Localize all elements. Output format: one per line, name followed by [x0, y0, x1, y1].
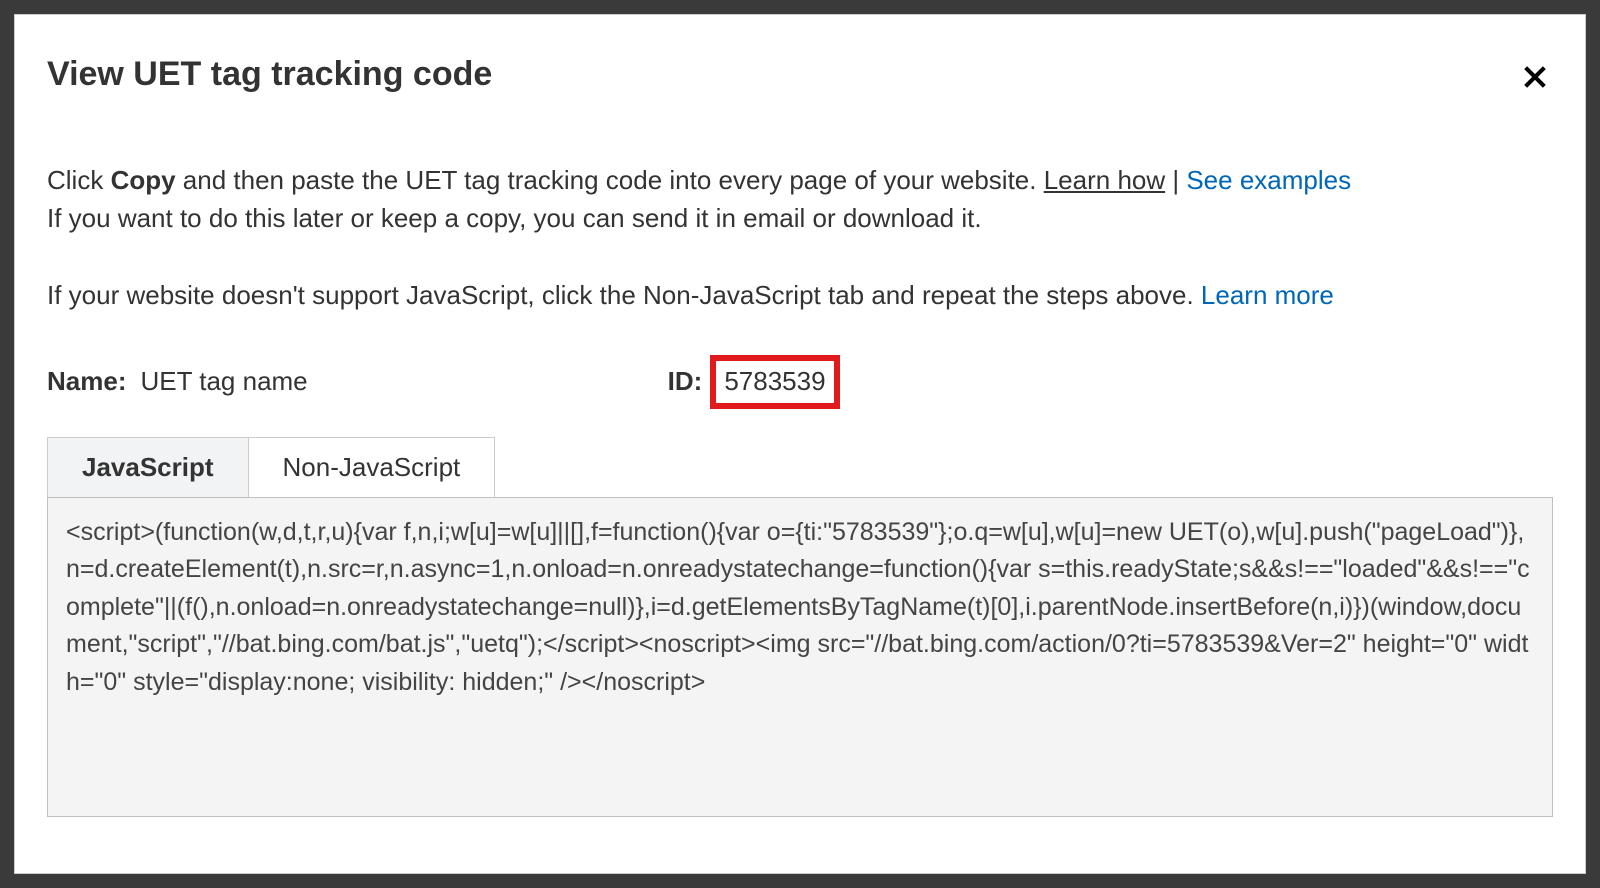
- id-value: 5783539: [724, 366, 825, 396]
- see-examples-link[interactable]: See examples: [1186, 165, 1351, 195]
- modal-title: View UET tag tracking code: [47, 55, 1553, 94]
- id-label: ID:: [668, 366, 703, 397]
- learn-how-link[interactable]: Learn how: [1044, 165, 1165, 195]
- instruction-paragraph-2: If your website doesn't support JavaScri…: [47, 277, 1553, 315]
- id-value-highlight: 5783539: [710, 355, 839, 409]
- close-icon: [1521, 63, 1549, 91]
- instruction-paragraph-1: Click Copy and then paste the UET tag tr…: [47, 162, 1553, 237]
- instruction-text-pre: Click: [47, 165, 111, 195]
- tracking-code-box[interactable]: <script>(function(w,d,t,r,u){var f,n,i;w…: [47, 497, 1553, 817]
- copy-word: Copy: [111, 165, 176, 195]
- id-block: ID: 5783539: [668, 355, 840, 409]
- learn-more-link[interactable]: Learn more: [1201, 280, 1334, 310]
- instruction-text-post: and then paste the UET tag tracking code…: [176, 165, 1044, 195]
- separator: |: [1165, 165, 1186, 195]
- close-button[interactable]: [1521, 63, 1549, 91]
- tab-non-javascript[interactable]: Non-JavaScript: [248, 437, 496, 497]
- name-label: Name:: [47, 366, 126, 397]
- name-value: UET tag name: [140, 366, 307, 397]
- meta-row: Name: UET tag name ID: 5783539: [47, 355, 1553, 409]
- uet-tag-modal: View UET tag tracking code Click Copy an…: [14, 14, 1586, 874]
- non-js-text: If your website doesn't support JavaScri…: [47, 280, 1201, 310]
- tab-javascript[interactable]: JavaScript: [47, 437, 249, 497]
- code-tabs: JavaScript Non-JavaScript: [47, 437, 1553, 497]
- instruction-line-2: If you want to do this later or keep a c…: [47, 203, 982, 233]
